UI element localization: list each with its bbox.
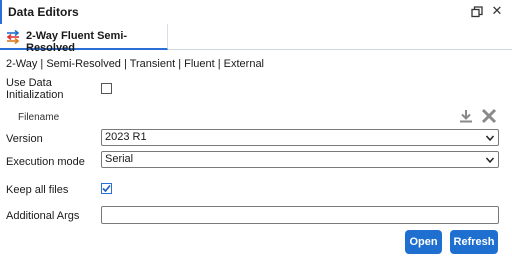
- close-icon[interactable]: ✕: [490, 4, 504, 18]
- refresh-button[interactable]: Refresh: [450, 230, 498, 254]
- window-title: Data Editors: [8, 5, 79, 19]
- breadcrumb: 2-Way | Semi-Resolved | Transient | Flue…: [6, 58, 265, 70]
- execution-mode-value: Serial: [105, 153, 134, 165]
- keep-all-files-checkbox[interactable]: [101, 183, 112, 194]
- tab-strip: 2-Way Fluent Semi-Resolved: [0, 24, 512, 54]
- filename-label: Filename: [18, 112, 60, 123]
- additional-args-input[interactable]: [101, 206, 499, 224]
- checkmark-icon: [102, 184, 111, 193]
- open-button[interactable]: Open: [405, 230, 442, 254]
- restore-window-icon[interactable]: [471, 6, 483, 18]
- execution-mode-select[interactable]: Serial: [101, 151, 499, 168]
- label-line-1: Use Data: [6, 77, 52, 89]
- additional-args-label: Additional Args: [6, 210, 80, 222]
- version-label: Version: [6, 133, 43, 145]
- tab-label: 2-Way Fluent Semi-Resolved: [26, 30, 128, 54]
- keep-all-files-label: Keep all files: [6, 184, 69, 196]
- execution-mode-label: Execution mode: [6, 156, 85, 168]
- label-line-2: Initialization: [6, 89, 64, 101]
- use-data-initialization-label: Use Data Initialization: [6, 77, 63, 101]
- tab-2-way-fluent-semi-resolved[interactable]: 2-Way Fluent Semi-Resolved: [0, 24, 168, 54]
- clear-icon[interactable]: [481, 108, 497, 124]
- version-select[interactable]: 2023 R1: [101, 129, 499, 146]
- version-value: 2023 R1: [105, 131, 147, 143]
- coupling-icon: [6, 29, 20, 45]
- use-data-initialization-checkbox[interactable]: [101, 83, 112, 94]
- download-icon[interactable]: [459, 109, 473, 123]
- window-titlebar: Data Editors ✕: [0, 0, 512, 24]
- chevron-down-icon: [485, 133, 495, 143]
- chevron-down-icon: [485, 155, 495, 165]
